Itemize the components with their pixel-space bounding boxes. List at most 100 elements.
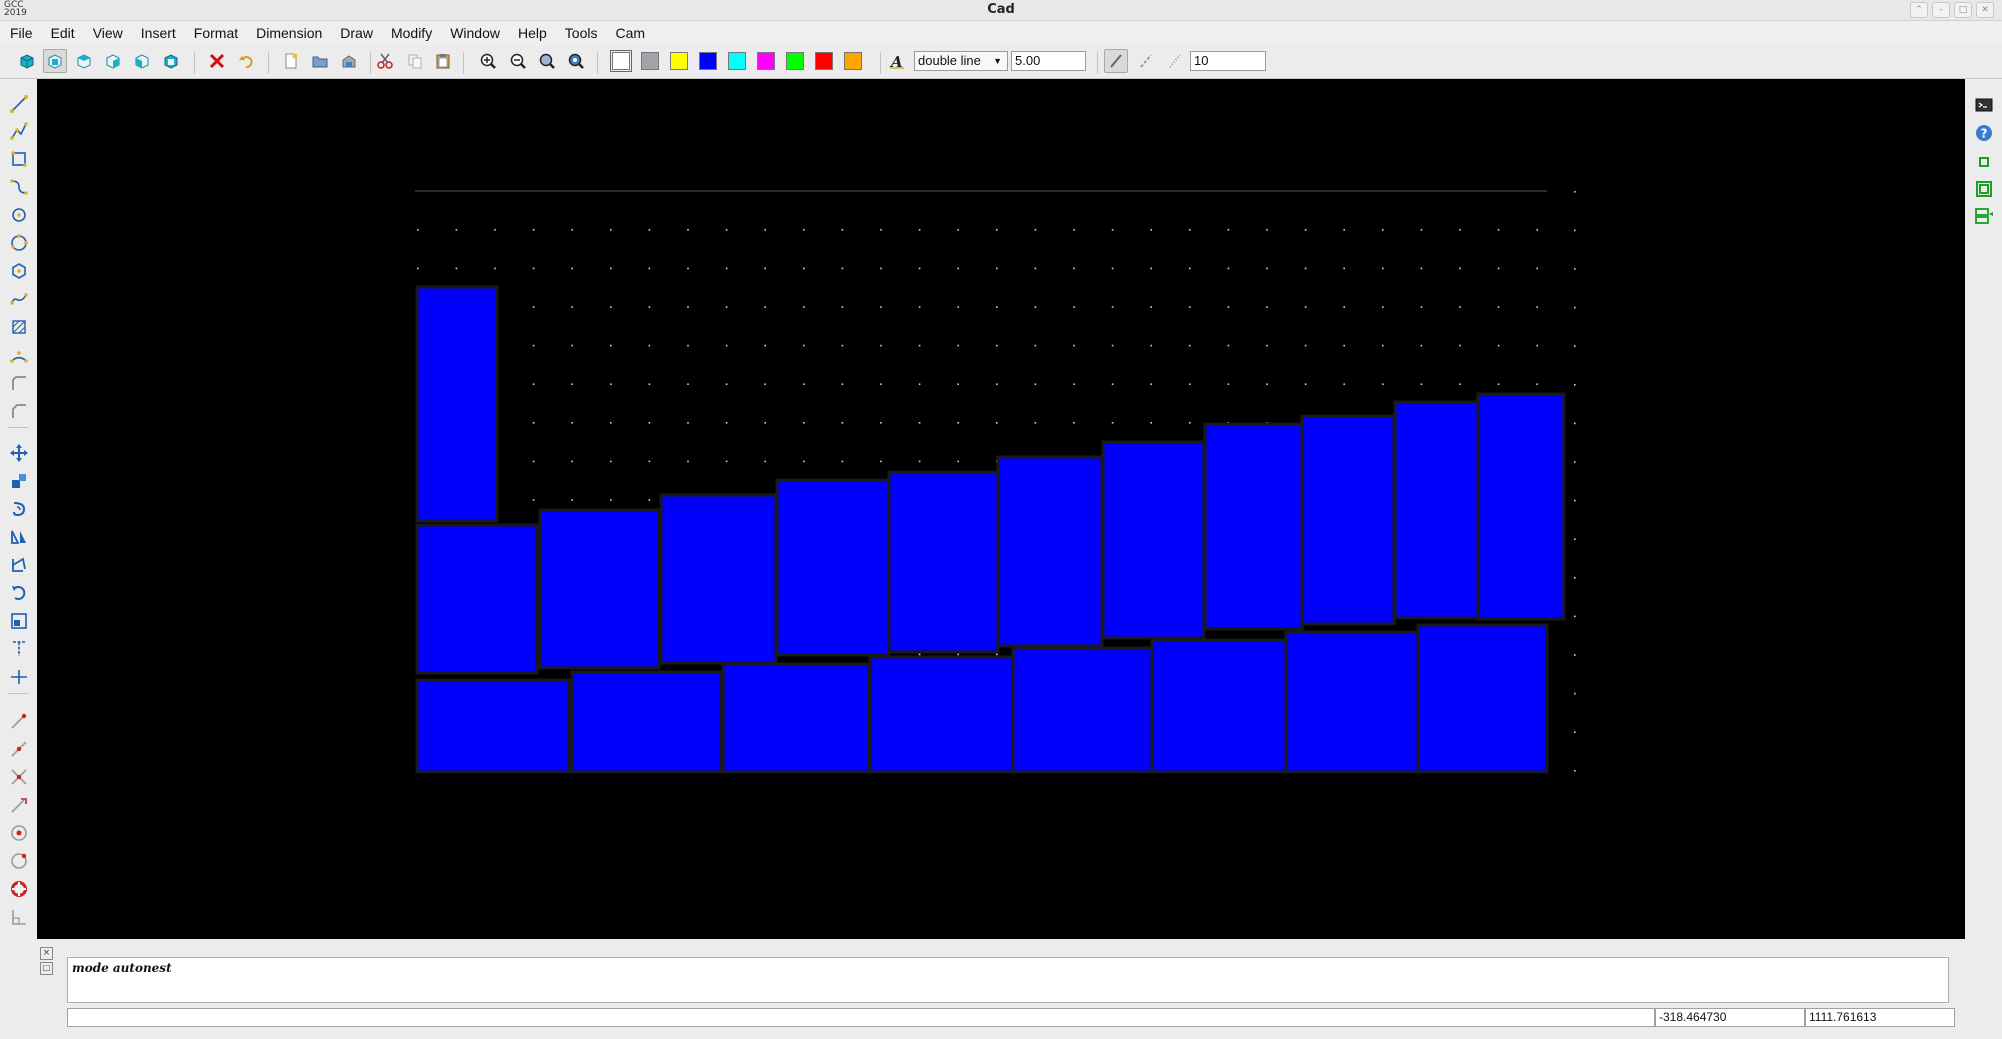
- nested-part[interactable]: [1011, 646, 1154, 774]
- snap-value-input[interactable]: 10: [1190, 51, 1266, 71]
- minimize-button[interactable]: –: [1932, 2, 1950, 18]
- nested-part[interactable]: [887, 470, 1000, 654]
- close-button[interactable]: ✕: [1976, 2, 1994, 18]
- color-gray-swatch[interactable]: [641, 52, 659, 70]
- nested-part[interactable]: [1393, 400, 1486, 620]
- color-yellow-swatch[interactable]: [670, 52, 688, 70]
- nested-part[interactable]: [659, 493, 778, 665]
- 3d-view-icon[interactable]: [15, 49, 39, 73]
- zoom-window-icon[interactable]: [535, 49, 559, 73]
- close-icon[interactable]: ×: [40, 947, 53, 960]
- nested-part[interactable]: [415, 523, 539, 675]
- snap-endpoint-icon[interactable]: [7, 709, 31, 733]
- zoom-in-icon[interactable]: [476, 49, 500, 73]
- scale-box-icon[interactable]: [7, 609, 31, 633]
- drawing-canvas[interactable]: [37, 79, 1965, 939]
- color-red-swatch[interactable]: [815, 52, 833, 70]
- nested-part[interactable]: [415, 678, 571, 774]
- snap-intersection-icon[interactable]: [7, 765, 31, 789]
- right-view-icon[interactable]: [101, 49, 125, 73]
- layers-icon[interactable]: [1972, 204, 1996, 228]
- undo-icon[interactable]: [234, 49, 258, 73]
- offset-icon[interactable]: [7, 497, 31, 521]
- line-type-select[interactable]: double line ▼: [914, 51, 1008, 71]
- cross-measure-icon[interactable]: [7, 665, 31, 689]
- fillet-icon[interactable]: [7, 371, 31, 395]
- snap-center-icon[interactable]: [7, 821, 31, 845]
- maximize-button[interactable]: □: [1954, 2, 1972, 18]
- help-icon[interactable]: ?: [1972, 121, 1996, 145]
- float-icon[interactable]: □: [40, 962, 53, 975]
- hexagon-icon[interactable]: [7, 259, 31, 283]
- color-orange-swatch[interactable]: [844, 52, 862, 70]
- menu-cam[interactable]: Cam: [605, 25, 653, 41]
- menu-modify[interactable]: Modify: [381, 25, 440, 41]
- menu-view[interactable]: View: [83, 25, 131, 41]
- pen-dotted-icon[interactable]: [1163, 49, 1187, 73]
- delete-icon[interactable]: [205, 49, 229, 73]
- polygon-icon[interactable]: [7, 231, 31, 255]
- snap-midpoint-icon[interactable]: [7, 737, 31, 761]
- framed-square-icon[interactable]: [1972, 177, 1996, 201]
- vertical-measure-icon[interactable]: [7, 637, 31, 661]
- circle-icon[interactable]: [7, 203, 31, 227]
- save-file-icon[interactable]: [337, 49, 361, 73]
- bezier-icon[interactable]: [7, 175, 31, 199]
- spline-icon[interactable]: [7, 287, 31, 311]
- paste-icon[interactable]: [431, 49, 455, 73]
- polyline-icon[interactable]: [7, 119, 31, 143]
- shade-button[interactable]: ⌃: [1910, 2, 1928, 18]
- terminal-icon[interactable]: [1972, 93, 1996, 117]
- move-icon[interactable]: [7, 441, 31, 465]
- menu-draw[interactable]: Draw: [330, 25, 381, 41]
- nested-part[interactable]: [775, 478, 891, 657]
- snap-circle-icon[interactable]: [7, 849, 31, 873]
- rotate-icon[interactable]: [7, 553, 31, 577]
- line-width-input[interactable]: 5.00: [1011, 51, 1086, 71]
- nested-part[interactable]: [721, 662, 871, 774]
- nested-part[interactable]: [1476, 392, 1566, 621]
- chamfer-icon[interactable]: [7, 399, 31, 423]
- menu-help[interactable]: Help: [508, 25, 555, 41]
- zoom-out-icon[interactable]: [506, 49, 530, 73]
- nested-part[interactable]: [868, 655, 1015, 774]
- copy-objects-icon[interactable]: [7, 469, 31, 493]
- top-view-icon[interactable]: [72, 49, 96, 73]
- menu-dimension[interactable]: Dimension: [246, 25, 330, 41]
- rectangle-icon[interactable]: [7, 147, 31, 171]
- nested-parts[interactable]: [415, 285, 1566, 774]
- small-square-icon[interactable]: [1972, 150, 1996, 174]
- nested-part[interactable]: [1416, 623, 1549, 774]
- nested-part[interactable]: [1203, 422, 1304, 631]
- text-style-icon[interactable]: A: [885, 49, 909, 73]
- copy-icon[interactable]: [403, 49, 427, 73]
- new-file-icon[interactable]: [279, 49, 303, 73]
- line-icon[interactable]: [7, 92, 31, 116]
- pen-icon[interactable]: [1104, 49, 1128, 73]
- command-input[interactable]: [67, 1008, 1655, 1027]
- menu-tools[interactable]: Tools: [555, 25, 606, 41]
- menu-insert[interactable]: Insert: [131, 25, 184, 41]
- nested-part[interactable]: [1284, 630, 1421, 774]
- color-blue-swatch[interactable]: [699, 52, 717, 70]
- snap-perpendicular-icon[interactable]: [7, 905, 31, 929]
- nested-part[interactable]: [1300, 414, 1396, 626]
- nested-part[interactable]: [996, 455, 1104, 648]
- cut-icon[interactable]: [373, 49, 397, 73]
- mirror-icon[interactable]: [7, 525, 31, 549]
- nested-part[interactable]: [415, 285, 499, 523]
- open-file-icon[interactable]: [308, 49, 332, 73]
- snap-nearest-icon[interactable]: [7, 793, 31, 817]
- back-view-icon[interactable]: [159, 49, 183, 73]
- color-green-swatch[interactable]: [786, 52, 804, 70]
- color-cyan-swatch[interactable]: [728, 52, 746, 70]
- nested-part[interactable]: [538, 508, 661, 670]
- scale-icon[interactable]: [7, 581, 31, 605]
- pen-dashed-icon[interactable]: [1134, 49, 1158, 73]
- hatch-icon[interactable]: [7, 315, 31, 339]
- color-magenta-swatch[interactable]: [757, 52, 775, 70]
- zoom-all-icon[interactable]: [564, 49, 588, 73]
- front-view-icon[interactable]: [43, 49, 67, 73]
- nested-part[interactable]: [1150, 638, 1289, 774]
- nested-part[interactable]: [1101, 440, 1206, 640]
